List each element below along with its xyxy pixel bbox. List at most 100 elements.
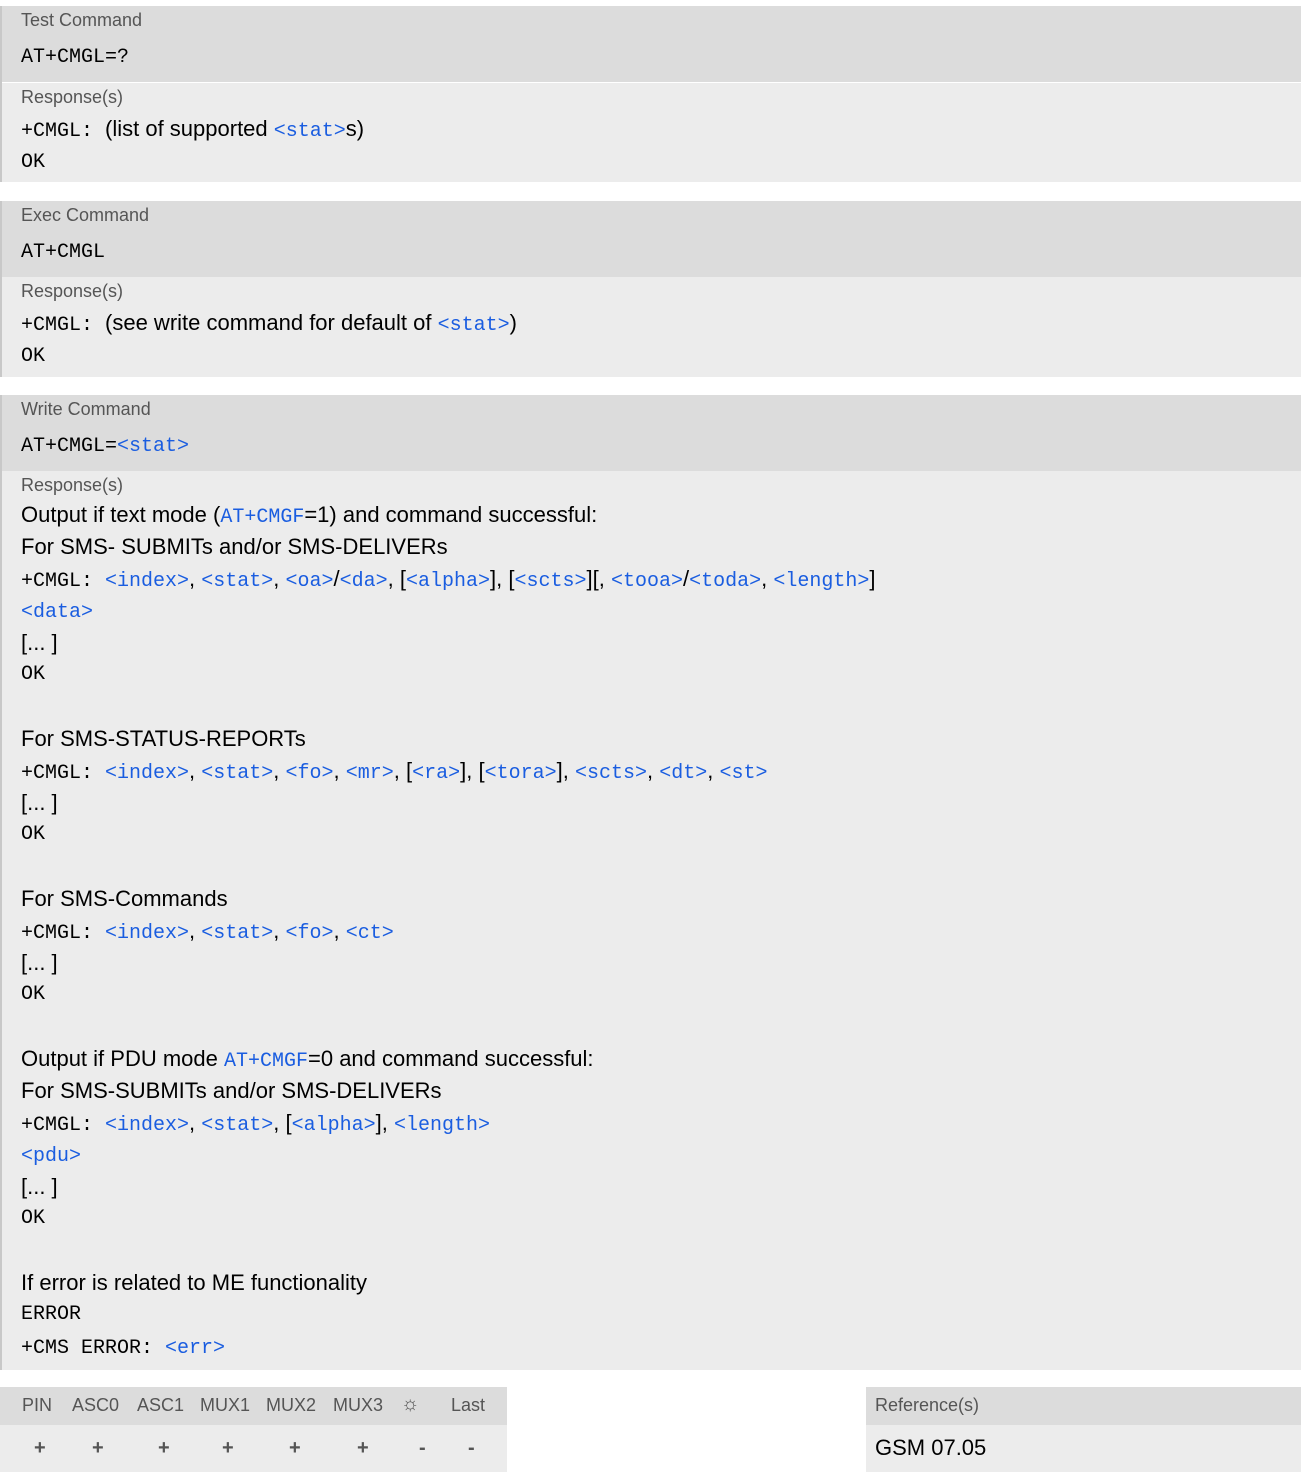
val-mux2: + — [289, 1437, 301, 1459]
write-command-section: Write Command AT+CMGL=<stat> Response(s)… — [0, 395, 1301, 1370]
data-line: <data> — [2, 595, 1301, 627]
stat-param-link[interactable]: <stat> — [201, 922, 273, 945]
dt-param-link[interactable]: <dt> — [659, 762, 707, 785]
ellipsis: [... ] — [21, 630, 58, 655]
exec-command-label: Exec Command — [21, 205, 150, 225]
stat-param-link[interactable]: <stat> — [201, 570, 273, 593]
alpha-param-link[interactable]: <alpha> — [292, 1114, 376, 1137]
stat-param-link[interactable]: <stat> — [201, 1114, 273, 1137]
da-param-link[interactable]: <da> — [340, 570, 388, 593]
index-param-link[interactable]: <index> — [105, 922, 189, 945]
col-mux1: MUX1 — [200, 1395, 251, 1415]
val-sleep: - — [419, 1437, 426, 1459]
col-asc1: ASC1 — [137, 1395, 185, 1415]
tora-param-link[interactable]: <tora> — [485, 762, 557, 785]
val-asc0: + — [92, 1437, 104, 1459]
reference-body: GSM 07.05 — [866, 1425, 1301, 1472]
ra-param-link[interactable]: <ra> — [412, 762, 460, 785]
col-pin: PIN — [22, 1395, 53, 1415]
availability-values: + + + + + + - - — [0, 1425, 507, 1472]
st-param-link[interactable]: <st> — [719, 762, 767, 785]
alpha-param-link[interactable]: <alpha> — [406, 570, 490, 593]
write-response-label: Response(s) — [21, 475, 124, 495]
write-command-syntax: AT+CMGL=<stat> — [2, 423, 1301, 471]
cms-error-prefix: +CMS ERROR: — [21, 1337, 166, 1360]
command-prefix: AT+CMGL= — [21, 435, 118, 458]
ok-result: OK — [21, 663, 46, 686]
test-command-label: Test Command — [21, 10, 143, 30]
error-result: ERROR — [21, 1303, 82, 1326]
ok-result: OK — [21, 823, 46, 846]
stat-param-link[interactable]: <stat> — [438, 314, 510, 337]
tooa-param-link[interactable]: <tooa> — [611, 570, 683, 593]
index-param-link[interactable]: <index> — [105, 570, 189, 593]
pdu-mode-text: =0 and command successful: — [308, 1046, 594, 1071]
sms-submit-deliver-heading: For SMS- SUBMITs and/or SMS-DELIVERs — [21, 534, 448, 559]
oa-param-link[interactable]: <oa> — [286, 570, 334, 593]
status-reports-heading: For SMS-STATUS-REPORTs — [21, 726, 306, 751]
response-prefix: +CMGL: — [21, 314, 106, 337]
ok-result: OK — [21, 345, 46, 368]
toda-param-link[interactable]: <toda> — [689, 570, 761, 593]
response-text: s) — [345, 116, 365, 141]
col-mux2: MUX2 — [266, 1395, 317, 1415]
exec-command-section: Exec Command AT+CMGL Response(s) +CMGL: … — [0, 201, 1301, 377]
test-command-section: Test Command AT+CMGL=? Response(s) +CMGL… — [0, 6, 1301, 182]
mr-param-link[interactable]: <mr> — [346, 762, 394, 785]
length-param-link[interactable]: <length> — [394, 1114, 490, 1137]
ellipsis: [... ] — [21, 950, 58, 975]
cmgf-link[interactable]: AT+CMGF — [220, 506, 304, 529]
pdu-mode-intro: Output if PDU mode AT+CMGF=0 and command… — [2, 1043, 1301, 1075]
err-param-link[interactable]: <err> — [165, 1337, 225, 1360]
pdu-mode-text: Output if PDU mode — [21, 1046, 224, 1071]
ok-result: OK — [21, 1207, 46, 1230]
availability-header: PIN ASC0 ASC1 MUX1 MUX2 MUX3 ☼ Last — [0, 1387, 507, 1425]
response-text: (list of supported — [105, 116, 274, 141]
fo-param-link[interactable]: <fo> — [286, 762, 334, 785]
text-mode-text: Output if text mode ( — [21, 502, 221, 527]
test-response-label: Response(s) — [2, 82, 1301, 111]
ellipsis: [... ] — [21, 790, 58, 815]
response-prefix: +CMGL: — [21, 120, 106, 143]
reference-label: Reference(s) — [875, 1395, 980, 1415]
test-response-block: Response(s) +CMGL: (list of supported <s… — [0, 82, 1301, 182]
sms-submit-deliver-heading: For SMS-SUBMITs and/or SMS-DELIVERs — [21, 1078, 442, 1103]
col-asc0: ASC0 — [72, 1395, 120, 1415]
text-mode-intro: Output if text mode (AT+CMGF=1) and comm… — [2, 499, 1301, 531]
index-param-link[interactable]: <index> — [105, 1114, 189, 1137]
fo-param-link[interactable]: <fo> — [286, 922, 334, 945]
data-param-link[interactable]: <data> — [21, 601, 93, 624]
length-param-link[interactable]: <length> — [773, 570, 869, 593]
response-prefix: +CMGL: — [21, 1114, 106, 1137]
exec-response-block: Response(s) +CMGL: (see write command fo… — [0, 277, 1301, 377]
text-mode-text: =1) and command successful: — [304, 502, 598, 527]
write-command-header: Write Command AT+CMGL=<stat> — [0, 395, 1301, 471]
ok-result: OK — [21, 151, 46, 174]
stat-param-link[interactable]: <stat> — [274, 120, 346, 143]
test-command-header: Test Command AT+CMGL=? — [0, 6, 1301, 82]
reference-header: Reference(s) — [866, 1387, 1301, 1425]
write-response-block: Response(s) Output if text mode (AT+CMGF… — [0, 471, 1301, 1370]
test-command-syntax: AT+CMGL=? — [21, 46, 130, 69]
cmgf-link[interactable]: AT+CMGF — [224, 1050, 308, 1073]
reference-value: GSM 07.05 — [875, 1435, 987, 1460]
sms-commands-heading: For SMS-Commands — [21, 886, 228, 911]
response-text: (see write command for default of — [105, 310, 438, 335]
test-response-line: +CMGL: (list of supported <stat>s) — [2, 111, 1301, 147]
pdu-line: <pdu> — [2, 1139, 1301, 1171]
stat-param-link[interactable]: <stat> — [201, 762, 273, 785]
pdu-param-link[interactable]: <pdu> — [21, 1145, 81, 1168]
exec-response-label: Response(s) — [21, 281, 124, 301]
val-last: - — [468, 1437, 475, 1459]
scts-param-link[interactable]: <scts> — [514, 570, 586, 593]
ct-param-link[interactable]: <ct> — [346, 922, 394, 945]
exec-response-line: +CMGL: (see write command for default of… — [2, 305, 1301, 341]
ellipsis: [... ] — [21, 1174, 58, 1199]
exec-command-header: Exec Command AT+CMGL — [0, 201, 1301, 277]
index-param-link[interactable]: <index> — [105, 762, 189, 785]
val-asc1: + — [158, 1437, 170, 1459]
ok-result: OK — [21, 983, 46, 1006]
scts-param-link[interactable]: <scts> — [575, 762, 647, 785]
stat-param-link[interactable]: <stat> — [117, 435, 189, 458]
val-mux3: + — [357, 1437, 369, 1459]
